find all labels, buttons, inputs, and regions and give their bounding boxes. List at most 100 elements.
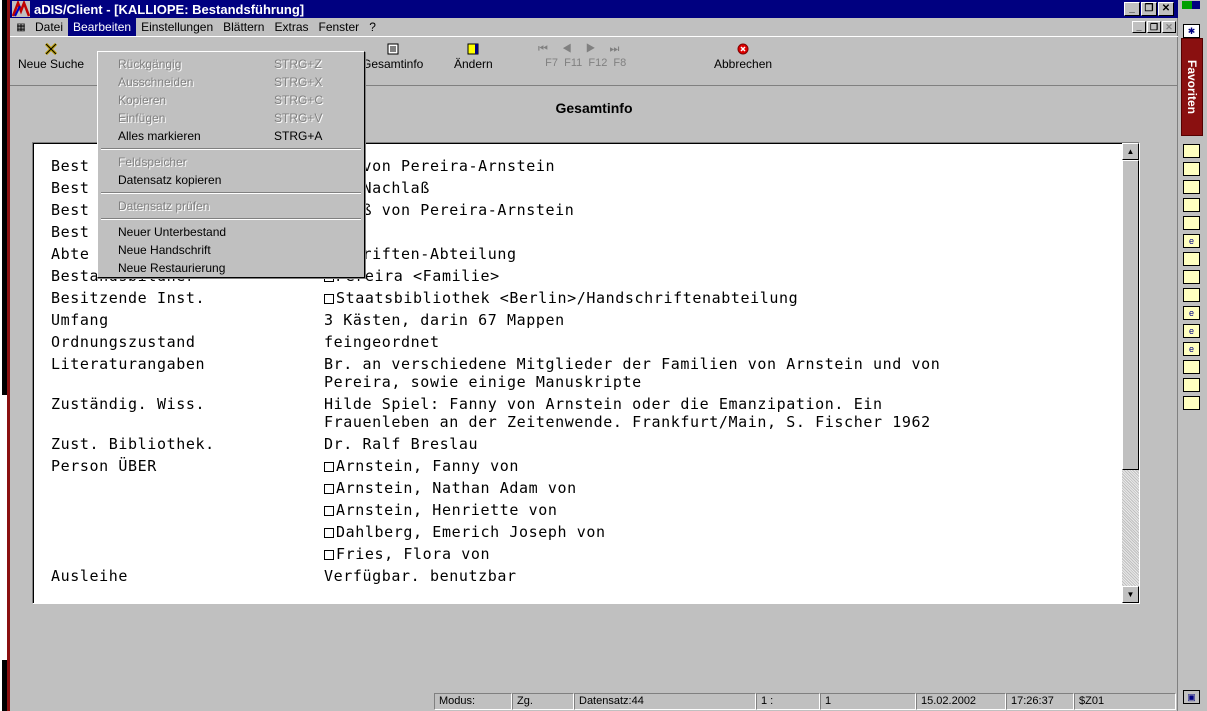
folder-icon[interactable] <box>1183 288 1200 302</box>
ie-link-icon[interactable]: e <box>1183 342 1200 356</box>
record-label <box>51 477 324 499</box>
scroll-thumb[interactable] <box>1122 160 1139 470</box>
record-value[interactable]: Dahlberg, Emerich Joseph von <box>324 521 1111 543</box>
menu-item-datensatz-prüfen: Datensatz prüfen <box>100 197 362 215</box>
folder-icon[interactable] <box>1183 162 1200 176</box>
record-row: Besitzende Inst. Staatsbibliothek <Berlin… <box>51 287 1111 309</box>
link-checkbox-icon[interactable] <box>324 462 334 472</box>
mdi-close-button[interactable]: ✕ <box>1162 21 1176 33</box>
record-value[interactable]: Arnstein, Henriette von <box>324 499 1111 521</box>
menu-item-label: Feldspeicher <box>118 155 187 169</box>
menu-item-label: Kopieren <box>118 93 167 107</box>
scroll-down-button[interactable]: ▼ <box>1122 586 1139 603</box>
ie-link-icon[interactable]: e <box>1183 234 1200 248</box>
folder-icon[interactable] <box>1183 270 1200 284</box>
menu-item-shortcut: STRG+A <box>274 129 323 143</box>
link-checkbox-icon[interactable] <box>324 528 334 538</box>
folder-icon[interactable] <box>1183 378 1200 392</box>
record-value-text: Arnstein, Nathan Adam von <box>336 479 577 497</box>
folder-icon[interactable] <box>1183 396 1200 410</box>
mdi-controls: _ ❐ ✕ <box>1132 21 1176 33</box>
menu-item-alles-markieren[interactable]: Alles markieren STRG+A <box>100 127 362 145</box>
menu-item-label: Datensatz prüfen <box>118 199 210 213</box>
status-time: 17:26:37 <box>1006 693 1074 710</box>
scroll-up-button[interactable]: ▲ <box>1122 143 1139 160</box>
record-row: Fries, Flora von <box>51 543 1111 565</box>
record-label: Person ÜBER <box>51 457 157 475</box>
menu-bearbeiten[interactable]: Bearbeiten <box>68 18 137 36</box>
cancel-button[interactable]: Abbrechen <box>714 41 772 71</box>
new-search-button[interactable]: Neue Suche <box>18 41 84 71</box>
status-date: 15.02.2002 <box>916 693 1006 710</box>
record-value-text: feingeordnet <box>324 333 440 351</box>
favorites-tab[interactable]: Favoriten <box>1181 38 1203 136</box>
record-value: laß <box>324 221 1111 243</box>
vertical-scrollbar[interactable]: ▲ ▼ <box>1122 143 1139 603</box>
menu-extras[interactable]: Extras <box>269 18 313 36</box>
link-checkbox-icon[interactable] <box>324 506 334 516</box>
link-checkbox-icon[interactable] <box>324 550 334 560</box>
record-label: Ausleihe <box>51 567 129 585</box>
ie-link-icon[interactable]: e <box>1183 306 1200 320</box>
status-record: Datensatz:44 <box>574 693 756 710</box>
mdi-minimize-button[interactable]: _ <box>1132 21 1146 33</box>
record-value: Verfügbar. benutzbar <box>324 565 1111 587</box>
document-icon[interactable]: ▦ <box>14 21 28 33</box>
menu-fenster[interactable]: Fenster <box>314 18 365 36</box>
menu-item-rückgängig: Rückgängig STRG+Z <box>100 55 362 73</box>
folder-icon[interactable] <box>1183 180 1200 194</box>
window-switch-icon[interactable]: ▣ <box>1183 690 1200 704</box>
x-mark-icon <box>44 41 58 57</box>
menu-item-datensatz-kopieren[interactable]: Datensatz kopieren <box>100 171 362 189</box>
menu-help[interactable]: ? <box>364 18 381 36</box>
nav-arrows-icon: ⏮◀▶⏭ <box>538 42 634 55</box>
folder-icon[interactable] <box>1183 360 1200 374</box>
record-value[interactable]: Arnstein, Nathan Adam von <box>324 477 1111 499</box>
record-label <box>51 543 324 565</box>
mdi-restore-button[interactable]: ❐ <box>1147 21 1161 33</box>
minimize-button[interactable]: _ <box>1124 2 1140 16</box>
menu-bar: ▦ Datei Bearbeiten Einstellungen Blätter… <box>10 18 1178 36</box>
edit-icon <box>467 41 479 57</box>
nav-keys-label: F7 F11 F12 F8 <box>545 57 627 69</box>
favorites-star-icon[interactable]: ✱ <box>1183 24 1200 38</box>
gesamtinfo-button[interactable]: Gesamtinfo <box>362 41 423 71</box>
menu-item-einfügen: Einfügen STRG+V <box>100 109 362 127</box>
menu-datei[interactable]: Datei <box>30 18 68 36</box>
folder-icon[interactable] <box>1183 216 1200 230</box>
record-value[interactable]: Pereira <Familie> <box>324 265 1111 287</box>
link-checkbox-icon[interactable] <box>324 294 334 304</box>
record-value[interactable]: Staatsbibliothek <Berlin>/Handschriftena… <box>324 287 1111 309</box>
window-title: aDIS/Client - [KALLIOPE: Bestandsführung… <box>34 1 305 17</box>
restore-button[interactable]: ❐ <box>1141 2 1157 16</box>
record-label: Zust. Bibliothek. <box>51 435 215 453</box>
close-button[interactable]: ✕ <box>1158 2 1174 16</box>
ie-link-icon[interactable]: e <box>1183 324 1200 338</box>
menu-item-neuer-unterbestand[interactable]: Neuer Unterbestand <box>100 223 362 241</box>
edit-label: Ändern <box>454 57 493 71</box>
folder-icon[interactable] <box>1183 144 1200 158</box>
title-bar[interactable]: aDIS/Client - [KALLIOPE: Bestandsführung… <box>10 0 1178 18</box>
record-row: Dahlberg, Emerich Joseph von <box>51 521 1111 543</box>
menu-item-neue-handschrift[interactable]: Neue Handschrift <box>100 241 362 259</box>
menu-einstellungen[interactable]: Einstellungen <box>136 18 218 36</box>
status-pos2: 1 <box>820 693 916 710</box>
record-value[interactable]: Fries, Flora von <box>324 543 1111 565</box>
menu-item-shortcut: STRG+C <box>274 93 324 107</box>
window-controls: _ ❐ ✕ <box>1124 2 1174 16</box>
record-value-text: Fries, Flora von <box>336 545 491 563</box>
link-checkbox-icon[interactable] <box>324 484 334 494</box>
folder-icon[interactable] <box>1183 198 1200 212</box>
edit-button[interactable]: Ändern <box>454 41 493 71</box>
taskbar-icon[interactable] <box>1179 0 1205 18</box>
menu-blaettern[interactable]: Blättern <box>218 18 269 36</box>
navigation-buttons[interactable]: ⏮◀▶⏭ F7 F11 F12 F8 <box>538 41 634 70</box>
record-value-text: Hilde Spiel: Fanny von Arnstein oder die… <box>324 395 931 431</box>
app-logo-icon <box>11 0 31 17</box>
menu-item-neue-restaurierung[interactable]: Neue Restaurierung <box>100 259 362 277</box>
folder-icon[interactable] <box>1183 252 1200 266</box>
record-value[interactable]: Arnstein, Fanny von <box>324 455 1111 477</box>
record-label: Literaturangaben <box>51 355 206 373</box>
record-label: Umfang <box>51 311 109 329</box>
menu-item-label: Einfügen <box>118 111 166 125</box>
